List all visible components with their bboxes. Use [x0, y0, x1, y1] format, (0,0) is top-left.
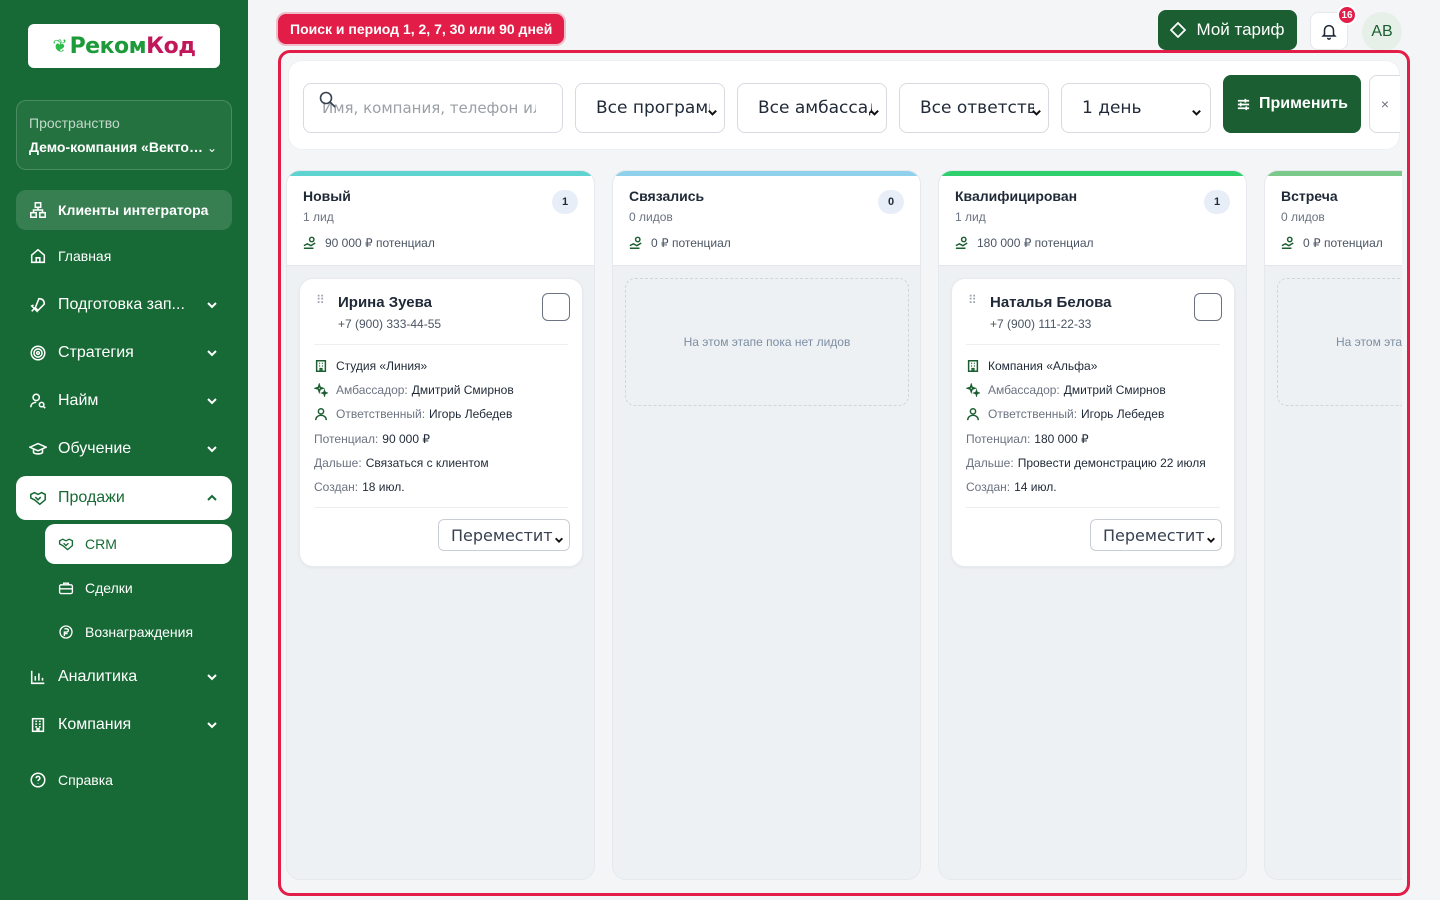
chevron-down-icon — [206, 718, 218, 736]
hierarchy-icon — [28, 200, 48, 220]
chevron-down-icon — [206, 394, 218, 412]
home-icon — [28, 246, 48, 266]
nav-deals[interactable]: Сделки — [45, 568, 232, 608]
bar-chart-icon — [28, 667, 48, 687]
graduation-cap-icon — [28, 439, 48, 459]
workspace-value: Демо-компания «Вектор» — [29, 139, 205, 155]
nav-training[interactable]: Обучение — [16, 429, 232, 469]
nav-sales[interactable]: Продажи — [16, 476, 232, 520]
chevron-up-icon — [206, 491, 218, 509]
briefcase-icon — [57, 579, 75, 597]
nav-label: CRM — [85, 536, 117, 552]
rocket-icon — [28, 295, 48, 315]
workspace-label: Пространство — [29, 115, 120, 131]
nav-hiring[interactable]: Найм — [16, 381, 232, 421]
nav-analytics[interactable]: Аналитика — [16, 657, 232, 697]
nav-strategy[interactable]: Стратегия — [16, 333, 232, 373]
nav-rewards[interactable]: Вознаграждения — [45, 612, 232, 652]
nav-label: Компания — [58, 716, 132, 733]
building-icon — [28, 715, 48, 735]
workspace-selector[interactable]: Пространство Демо-компания «Вектор» ⌄ — [16, 100, 232, 170]
sidebar: ❦ РекомКод Пространство Демо-компания «В… — [0, 0, 248, 900]
handshake-icon — [57, 535, 75, 553]
nav-label: Стратегия — [58, 344, 134, 361]
user-search-icon — [28, 391, 48, 411]
nav-preparation[interactable]: Подготовка зап... — [16, 285, 232, 325]
target-icon — [28, 343, 48, 363]
notifications-count-badge: 16 — [1337, 5, 1357, 25]
my-tariff-button[interactable]: Мой тариф — [1158, 10, 1297, 50]
nav-crm[interactable]: CRM — [45, 524, 232, 564]
nav-label: Клиенты интегратора — [58, 202, 209, 218]
chevron-down-icon: ⌄ — [206, 141, 217, 155]
nav-label: Обучение — [58, 440, 132, 457]
chevron-down-icon — [206, 670, 218, 688]
nav-label: Подготовка зап... — [58, 296, 185, 313]
nav-help[interactable]: Справка — [16, 760, 232, 800]
brand-logo[interactable]: ❦ РекомКод — [28, 24, 220, 68]
nav-label: Справка — [58, 772, 113, 788]
chevron-down-icon — [206, 298, 218, 316]
nav-label: Продажи — [58, 489, 125, 506]
nav-label: Главная — [58, 248, 112, 264]
chevron-down-icon — [206, 442, 218, 460]
bell-icon — [1321, 24, 1337, 40]
nav-label: Вознаграждения — [85, 624, 194, 640]
nav-company[interactable]: Компания — [16, 705, 232, 745]
nav-label: Аналитика — [58, 668, 138, 685]
tariff-label: Мой тариф — [1196, 20, 1285, 39]
chevron-down-icon — [206, 346, 218, 364]
handshake-icon — [28, 488, 48, 508]
logo-text-main: Реком — [69, 33, 147, 59]
help-circle-icon — [28, 770, 48, 790]
diamond-icon — [1170, 22, 1187, 38]
user-avatar[interactable]: АВ — [1362, 12, 1402, 52]
leaf-logo-icon: ❦ — [52, 35, 68, 56]
nav-integrator-clients[interactable]: Клиенты интегратора — [16, 190, 232, 230]
nav-label: Сделки — [85, 580, 133, 596]
nav-label: Найм — [58, 392, 99, 409]
coin-icon — [57, 623, 75, 641]
hint-badge: Поиск и период 1, 2, 7, 30 или 90 дней — [278, 14, 565, 44]
highlight-frame — [278, 50, 1410, 896]
logo-text-accent: Код — [146, 33, 196, 59]
nav-home[interactable]: Главная — [16, 236, 232, 276]
